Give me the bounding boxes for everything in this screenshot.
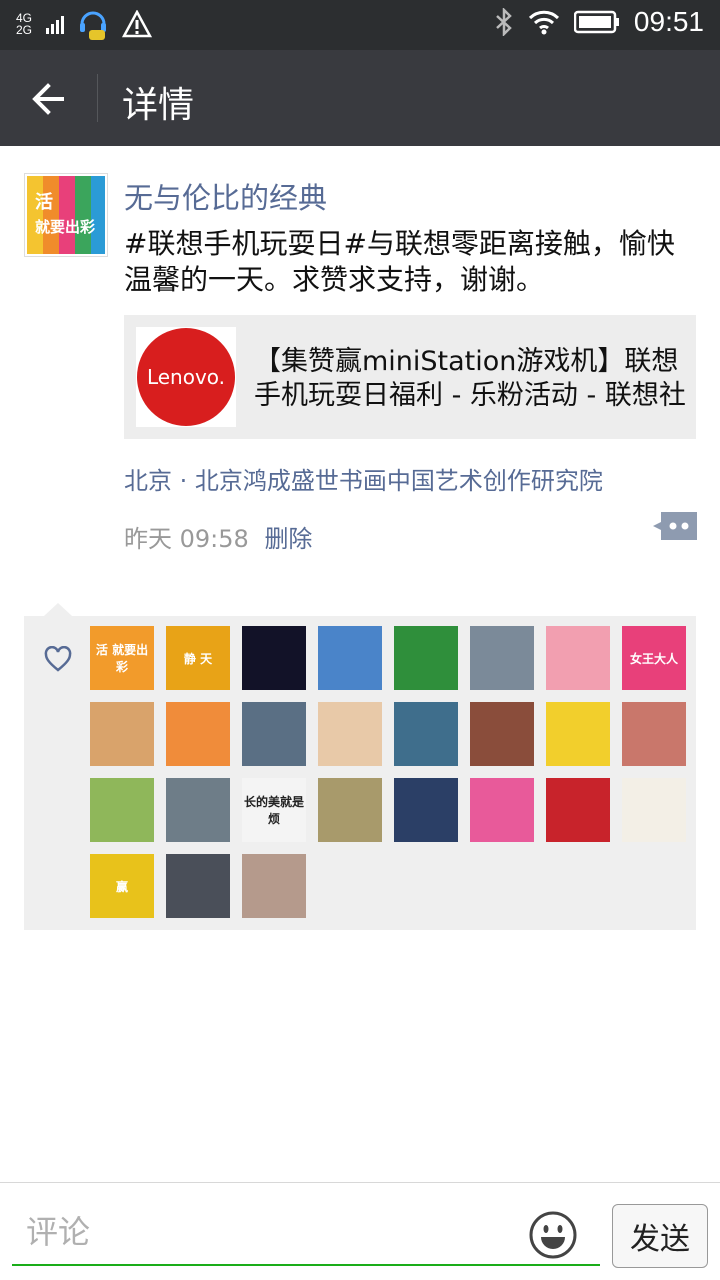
status-right: 09:51 (494, 6, 704, 38)
liker-avatar[interactable] (318, 702, 382, 766)
network-indicator: 4G 2G (16, 12, 32, 36)
link-thumbnail: Lenovo. (136, 327, 236, 427)
network-bottom-label: 2G (16, 23, 33, 37)
liker-avatar[interactable] (166, 854, 230, 918)
support-icon (80, 11, 107, 40)
lenovo-logo: Lenovo. (137, 328, 235, 426)
title-divider (97, 74, 98, 122)
liker-avatar[interactable] (470, 702, 534, 766)
liker-avatar[interactable] (242, 854, 306, 918)
comment-input[interactable] (12, 1200, 600, 1266)
signal-icon (46, 16, 65, 34)
post-meta: 昨天 09:58 删除 (124, 519, 312, 554)
liker-avatar[interactable] (622, 702, 686, 766)
comment-bar-divider (0, 1182, 720, 1183)
svg-text:活: 活 (35, 191, 53, 213)
liker-avatar[interactable] (318, 778, 382, 842)
liker-avatar[interactable] (242, 626, 306, 690)
liker-avatar[interactable] (90, 778, 154, 842)
liker-avatar[interactable] (394, 626, 458, 690)
liker-avatar[interactable] (394, 702, 458, 766)
svg-text:就要出彩: 就要出彩 (35, 218, 95, 236)
likes-panel: 活 就要出彩静 天 女王大人长的美就是烦赢 (24, 616, 696, 930)
liker-avatar[interactable] (90, 702, 154, 766)
liker-avatar[interactable] (166, 778, 230, 842)
title-bar: 详情 (0, 50, 720, 146)
heart-icon (44, 646, 72, 672)
liker-avatar[interactable] (394, 778, 458, 842)
link-title: 【集赞赢miniStation游戏机】联想手机玩耍日福利 - 乐粉活动 - 联想… (254, 346, 686, 411)
liker-avatar[interactable] (470, 626, 534, 690)
back-button[interactable] (26, 76, 72, 122)
status-left: 4G 2G (16, 8, 153, 40)
liker-avatar[interactable] (242, 702, 306, 766)
comment-action-button[interactable] (653, 512, 697, 540)
warning-icon (122, 10, 153, 38)
liker-avatar[interactable] (166, 702, 230, 766)
likes-pointer (44, 603, 72, 616)
liker-avatar[interactable]: 活 就要出彩 (90, 626, 154, 690)
author-name[interactable]: 无与伦比的经典 (124, 175, 327, 217)
lenovo-logo-text: Lenovo. (147, 365, 225, 389)
liker-avatar[interactable]: 长的美就是烦 (242, 778, 306, 842)
send-button[interactable]: 发送 (612, 1204, 708, 1268)
liker-avatar[interactable] (546, 626, 610, 690)
liker-avatar[interactable] (546, 702, 610, 766)
page-title: 详情 (122, 84, 195, 125)
status-bar: 4G 2G 09:51 (0, 0, 720, 50)
bluetooth-icon (496, 8, 512, 36)
liker-avatar[interactable]: 女王大人 (622, 626, 686, 690)
post-time: 昨天 09:58 (124, 525, 249, 553)
liker-avatar[interactable] (546, 778, 610, 842)
clock: 09:51 (633, 6, 704, 37)
likes-avatar-grid: 活 就要出彩静 天 女王大人长的美就是烦赢 (90, 626, 700, 918)
avatar-image: 活 就要出彩 (27, 176, 105, 254)
liker-avatar[interactable] (318, 626, 382, 690)
battery-icon (573, 10, 619, 34)
smiley-icon[interactable] (528, 1210, 578, 1260)
liker-avatar[interactable] (470, 778, 534, 842)
liker-avatar[interactable]: 静 天 (166, 626, 230, 690)
author-avatar[interactable]: 活 就要出彩 (24, 173, 108, 257)
post-content: #联想手机玩耍日#与联想零距离接触，愉快温馨的一天。求赞求支持，谢谢。 (124, 227, 675, 296)
link-card[interactable]: Lenovo. 【集赞赢miniStation游戏机】联想手机玩耍日福利 - 乐… (124, 315, 696, 439)
delete-button[interactable]: 删除 (264, 525, 312, 553)
post-location[interactable]: 北京 · 北京鸿成盛世书画中国艺术创作研究院 (124, 461, 603, 496)
liker-avatar[interactable] (622, 778, 686, 842)
liker-avatar[interactable]: 赢 (90, 854, 154, 918)
wifi-icon (528, 10, 559, 35)
